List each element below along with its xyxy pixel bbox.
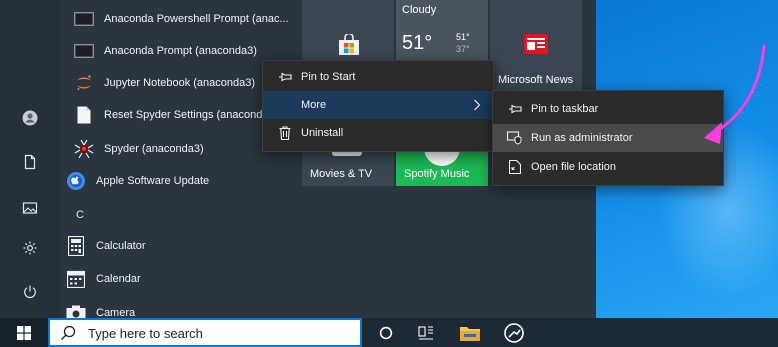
weather-high: 51° (456, 32, 470, 42)
task-view-icon (418, 325, 433, 340)
file-location-icon (507, 159, 523, 175)
camera-icon (66, 303, 86, 318)
app-label: Jupyter Notebook (anaconda3) (104, 77, 256, 89)
pictures-button[interactable] (16, 194, 44, 222)
tile-label: Spotify Music (404, 168, 470, 180)
admin-shield-icon (507, 130, 523, 146)
user-account-button[interactable] (16, 104, 44, 132)
app-label: Apple Software Update (96, 175, 210, 187)
windows-logo-icon (17, 325, 31, 340)
menu-item-label: More (301, 99, 327, 111)
gear-icon (23, 241, 37, 255)
apple-update-icon (66, 171, 86, 191)
section-header-c[interactable]: C (76, 209, 84, 221)
weather-condition: Cloudy (402, 4, 437, 16)
search-icon (61, 325, 76, 340)
folder-icon (460, 326, 480, 341)
news-icon (524, 34, 548, 54)
task-view-button[interactable] (408, 318, 444, 347)
document-icon (24, 154, 36, 170)
start-button[interactable] (0, 318, 48, 347)
calculator-icon (66, 236, 86, 256)
app-apple-software-update[interactable]: Apple Software Update (60, 166, 300, 196)
menu-item-run-as-administrator[interactable]: Run as administrator (493, 124, 723, 152)
menu-item-pin-to-taskbar[interactable]: Pin to taskbar (493, 95, 723, 123)
menu-item-uninstall[interactable]: Uninstall (263, 119, 493, 147)
app-calculator[interactable]: Calculator (60, 231, 300, 261)
start-menu: Anaconda Powershell Prompt (anac... Anac… (0, 0, 724, 318)
tile-microsoft-news[interactable]: Microsoft News (490, 0, 582, 92)
app-camera[interactable]: Camera (60, 298, 300, 318)
pin-icon (507, 101, 523, 117)
cortana-icon (379, 326, 393, 339)
menu-item-more[interactable]: More (263, 91, 493, 119)
store-bag-icon (339, 34, 359, 55)
menu-item-label: Open file location (531, 161, 616, 173)
user-avatar-icon (22, 110, 38, 126)
power-button[interactable] (16, 278, 44, 306)
weather-low: 37° (456, 44, 470, 54)
chevron-right-icon (474, 99, 481, 111)
cortana-button[interactable] (368, 318, 404, 347)
app-label: Spyder (anaconda3) (104, 143, 204, 155)
app-label: Anaconda Powershell Prompt (anac... (104, 13, 289, 25)
terminal-icon (74, 9, 94, 29)
edge-taskbar-button[interactable] (496, 318, 532, 347)
tile-label: Microsoft News (498, 74, 574, 86)
app-label: Calculator (96, 240, 146, 252)
start-rail (0, 0, 60, 318)
trash-icon (277, 125, 293, 141)
app-label: Calendar (96, 273, 141, 285)
settings-button[interactable] (16, 234, 44, 262)
menu-item-label: Uninstall (301, 127, 344, 139)
speedometer-app-icon (504, 322, 524, 343)
document-icon (74, 105, 94, 125)
pictures-icon (22, 202, 38, 214)
app-list: Anaconda Powershell Prompt (anac... Anac… (60, 0, 300, 318)
tile-label: Movies & TV (310, 168, 373, 180)
annotation-arrow (704, 44, 766, 144)
menu-item-pin-to-start[interactable]: Pin to Start (263, 63, 493, 91)
context-menu: Pin to Start More Uninstall (262, 60, 494, 152)
app-label: Reset Spyder Settings (anaconda3 (104, 109, 275, 121)
menu-item-label: Run as administrator (531, 132, 633, 144)
app-label: Anaconda Prompt (anaconda3) (104, 45, 257, 57)
pin-icon (277, 69, 293, 85)
menu-item-label: Pin to Start (301, 71, 356, 83)
weather-temp: 51° (402, 32, 433, 54)
power-icon (24, 285, 36, 298)
taskbar: Type here to search (0, 318, 778, 347)
app-label: Camera (96, 307, 136, 318)
app-anaconda-powershell[interactable]: Anaconda Powershell Prompt (anac... (60, 4, 300, 34)
spyder-icon (74, 139, 94, 159)
menu-item-open-file-location[interactable]: Open file location (493, 153, 723, 181)
documents-button[interactable] (16, 148, 44, 176)
app-calendar[interactable]: Calendar (60, 264, 300, 294)
menu-item-label: Pin to taskbar (531, 103, 599, 115)
terminal-icon (74, 41, 94, 61)
taskbar-search-box[interactable]: Type here to search (48, 318, 362, 347)
jupyter-icon (74, 73, 94, 93)
search-placeholder: Type here to search (88, 326, 203, 341)
calendar-icon (66, 269, 86, 289)
file-explorer-button[interactable] (452, 318, 488, 347)
